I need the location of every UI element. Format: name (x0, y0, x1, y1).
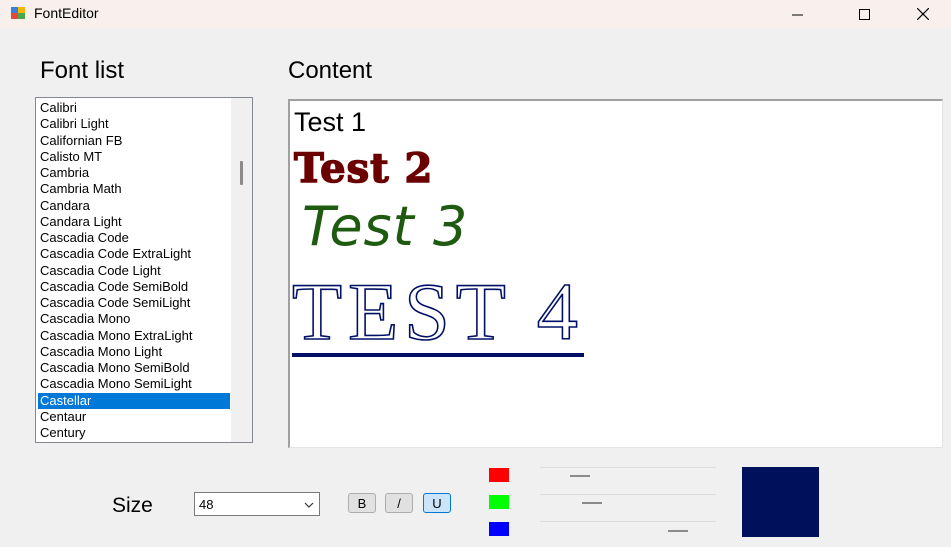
minimize-icon (791, 14, 803, 15)
font-listbox[interactable]: Calibri Calibri Light Californian FB Calist… (35, 97, 253, 443)
font-list-item[interactable]: Cascadia Code ExtraLight (38, 246, 230, 262)
red-slider[interactable] (540, 467, 716, 477)
font-list-heading: Font list (40, 57, 125, 84)
maximize-button[interactable] (841, 0, 887, 28)
content-line-4: TEST 4 (291, 266, 584, 357)
size-label: Size (112, 494, 153, 517)
close-icon (917, 8, 929, 20)
blue-slider-thumb[interactable] (668, 530, 688, 532)
red-slider-thumb[interactable] (570, 475, 590, 477)
font-list-item[interactable]: Cascadia Mono SemiLight (38, 376, 230, 392)
font-list-item[interactable]: Cambria (38, 165, 230, 181)
chevron-down-icon (304, 502, 314, 508)
green-slider-thumb[interactable] (582, 502, 602, 504)
bold-button[interactable]: B (348, 493, 376, 513)
font-list-item[interactable]: Candara Light (38, 214, 230, 230)
green-swatch (489, 495, 509, 509)
content-line-3: Test 3 (302, 195, 469, 258)
font-list-item[interactable]: Cascadia Code SemiBold (38, 279, 230, 295)
font-list-item[interactable]: Cascadia Mono (38, 311, 230, 327)
font-list-item[interactable]: Cascadia Code SemiLight (38, 295, 230, 311)
content-line-1: Test 1 (294, 107, 367, 137)
font-list-item[interactable]: Castellar (38, 392, 230, 409)
font-list-item[interactable]: Centaur (38, 409, 230, 425)
size-value: 48 (199, 497, 214, 512)
underline-button[interactable]: U (423, 493, 451, 513)
app-icon (11, 7, 25, 19)
green-slider[interactable] (540, 494, 716, 504)
font-list-item[interactable]: Californian FB (38, 133, 230, 149)
italic-button[interactable]: / (385, 493, 413, 513)
font-list-item[interactable]: Calisto MT (38, 149, 230, 165)
font-list-item[interactable]: Cascadia Code (38, 230, 230, 246)
font-list-item[interactable]: Candara (38, 198, 230, 214)
blue-swatch (489, 522, 509, 536)
font-list-item[interactable]: Cambria Math (38, 181, 230, 197)
scrollbar-thumb[interactable] (240, 161, 243, 185)
size-dropdown[interactable]: 48 (194, 492, 320, 516)
font-list-item[interactable]: Cascadia Mono SemiBold (38, 360, 230, 376)
red-swatch (489, 468, 509, 482)
font-list-item[interactable]: Cascadia Code Light (38, 263, 230, 279)
content-line-2: Test 2 (293, 144, 434, 193)
title-bar: FontEditor (0, 0, 951, 28)
content-textbox[interactable]: Test 1 Test 2 Test 3 TEST 4 (288, 99, 943, 448)
font-list-item[interactable]: Century (38, 425, 230, 441)
close-button[interactable] (900, 0, 946, 28)
window-title: FontEditor (34, 5, 99, 21)
vertical-scrollbar[interactable] (231, 98, 252, 442)
font-list-item[interactable]: Calibri Light (38, 116, 230, 132)
color-preview (742, 467, 819, 537)
content-heading: Content (288, 57, 373, 84)
minimize-button[interactable] (774, 0, 820, 28)
maximize-icon (858, 8, 870, 20)
font-list-item[interactable]: Cascadia Mono ExtraLight (38, 328, 230, 344)
font-list-item[interactable]: Calibri (38, 100, 230, 116)
font-list-item[interactable]: Cascadia Mono Light (38, 344, 230, 360)
blue-slider[interactable] (540, 521, 716, 532)
